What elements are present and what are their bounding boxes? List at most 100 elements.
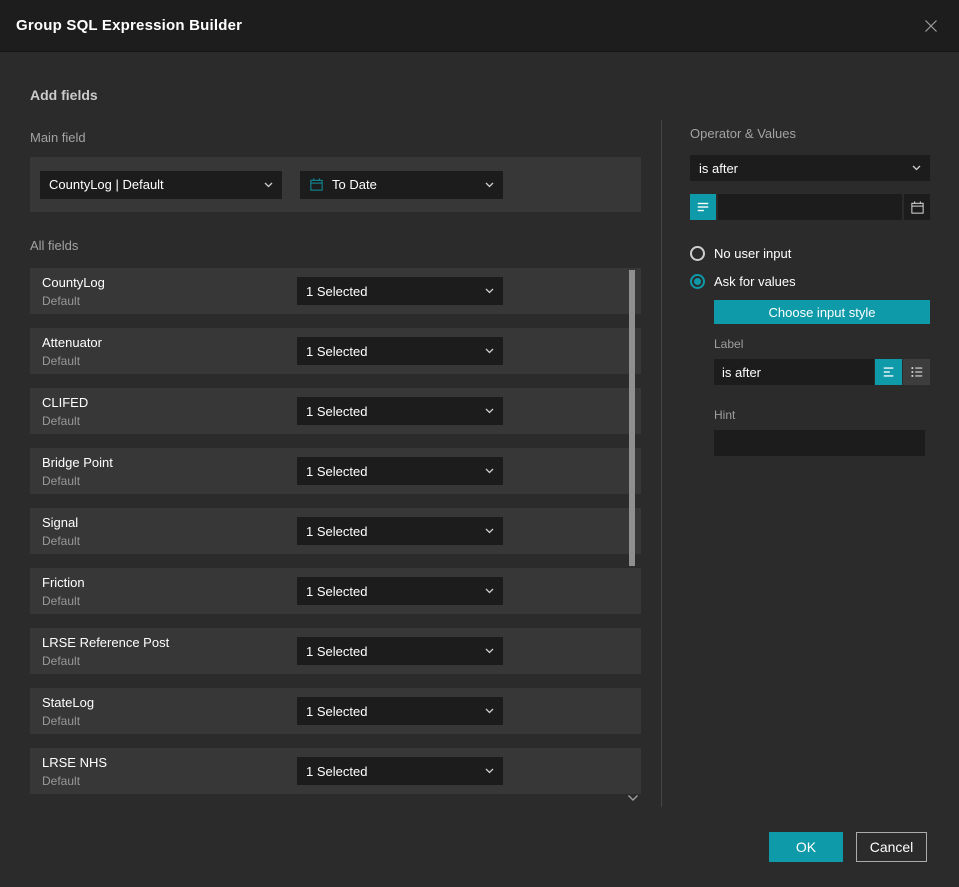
field-meta: CountyLog Default: [30, 275, 105, 308]
chevron-down-icon: [485, 288, 494, 294]
radio-selected-icon: [690, 274, 705, 289]
chevron-down-icon: [485, 182, 494, 188]
field-selected-value: 1 Selected: [306, 703, 368, 719]
field-meta: Signal Default: [30, 515, 80, 548]
calendar-picker-button[interactable]: [904, 194, 930, 220]
operator-values-heading: Operator & Values: [690, 126, 796, 141]
main-field-label: Main field: [30, 130, 86, 145]
field-selected-dropdown[interactable]: 1 Selected: [297, 277, 503, 305]
field-name: CountyLog: [42, 274, 105, 290]
dialog-title: Group SQL Expression Builder: [16, 17, 243, 34]
dialog-header: Group SQL Expression Builder: [0, 0, 959, 52]
ok-button[interactable]: OK: [769, 832, 843, 862]
field-selected-value: 1 Selected: [306, 523, 368, 539]
ask-for-values-options: Choose input style Label Hint: [714, 300, 930, 456]
field-selected-value: 1 Selected: [306, 583, 368, 599]
field-type: Default: [42, 713, 81, 728]
field-row: Friction Default 1 Selected: [30, 568, 641, 614]
field-row: StateLog Default 1 Selected: [30, 688, 641, 734]
field-type: Default: [42, 293, 81, 308]
operator-select[interactable]: is after: [690, 155, 930, 181]
date-value-input[interactable]: [718, 194, 902, 220]
field-meta: Friction Default: [30, 575, 85, 608]
list-icon: [910, 365, 924, 379]
chevron-down-icon: [264, 182, 273, 188]
chevron-down-icon: [485, 768, 494, 774]
field-type: Default: [42, 773, 81, 788]
field-type: Default: [42, 413, 81, 428]
field-name: Friction: [42, 574, 85, 590]
label-input[interactable]: [714, 359, 874, 385]
field-row: LRSE NHS Default 1 Selected: [30, 748, 641, 794]
input-lines-icon: [696, 200, 710, 214]
radio-label: Ask for values: [714, 274, 796, 289]
cancel-button[interactable]: Cancel: [856, 832, 927, 862]
field-selected-dropdown[interactable]: 1 Selected: [297, 517, 503, 545]
add-fields-section: Add fields Main field CountyLog | Defaul…: [30, 52, 641, 808]
field-name: StateLog: [42, 694, 95, 710]
field-selected-value: 1 Selected: [306, 763, 368, 779]
chevron-down-icon: [485, 708, 494, 714]
field-selected-dropdown[interactable]: 1 Selected: [297, 457, 503, 485]
field-type: Default: [42, 533, 81, 548]
field-type: Default: [42, 593, 81, 608]
field-selected-value: 1 Selected: [306, 463, 368, 479]
radio-unselected-icon: [690, 246, 705, 261]
close-icon: [923, 18, 939, 34]
chevron-down-icon: [485, 468, 494, 474]
field-name: LRSE NHS: [42, 754, 108, 770]
main-field-panel: CountyLog | Default To Date: [30, 157, 641, 212]
main-field-date-select[interactable]: To Date: [300, 170, 503, 199]
field-selected-value: 1 Selected: [306, 343, 368, 359]
field-type: Default: [42, 653, 81, 668]
all-fields-list: CountyLog Default 1 Selected Attenuator …: [30, 268, 641, 794]
field-selected-dropdown[interactable]: 1 Selected: [297, 577, 503, 605]
field-meta: LRSE Reference Post Default: [30, 635, 169, 668]
chevron-down-icon: [912, 165, 921, 171]
field-type: Default: [42, 473, 81, 488]
calendar-icon: [910, 200, 925, 215]
field-selected-dropdown[interactable]: 1 Selected: [297, 637, 503, 665]
chevron-down-icon: [485, 528, 494, 534]
radio-no-user-input[interactable]: No user input: [690, 246, 930, 261]
scroll-down-icon[interactable]: [627, 794, 639, 802]
align-left-icon: [882, 365, 896, 379]
operator-select-value: is after: [699, 160, 739, 176]
field-selected-dropdown[interactable]: 1 Selected: [297, 337, 503, 365]
field-selected-value: 1 Selected: [306, 283, 368, 299]
field-meta: LRSE NHS Default: [30, 755, 107, 788]
value-input-row: [690, 194, 930, 220]
field-meta: CLIFED Default: [30, 395, 88, 428]
radio-label: No user input: [714, 246, 792, 261]
main-field-select[interactable]: CountyLog | Default: [40, 170, 282, 199]
field-name: CLIFED: [42, 394, 89, 410]
scrollbar-thumb[interactable]: [629, 270, 635, 566]
hint-label: Hint: [714, 408, 736, 422]
list-style-button[interactable]: [903, 359, 930, 385]
radio-ask-for-values[interactable]: Ask for values: [690, 274, 930, 289]
close-button[interactable]: [919, 14, 943, 38]
chevron-down-icon: [485, 648, 494, 654]
field-row: Signal Default 1 Selected: [30, 508, 641, 554]
single-line-style-button[interactable]: [875, 359, 902, 385]
field-selected-dropdown[interactable]: 1 Selected: [297, 757, 503, 785]
choose-input-style-button[interactable]: Choose input style: [714, 300, 930, 324]
field-name: Attenuator: [42, 334, 102, 350]
field-selected-dropdown[interactable]: 1 Selected: [297, 697, 503, 725]
field-selected-value: 1 Selected: [306, 643, 368, 659]
field-meta: Attenuator Default: [30, 335, 102, 368]
field-selected-dropdown[interactable]: 1 Selected: [297, 397, 503, 425]
divider: [661, 120, 662, 807]
field-name: Signal: [42, 514, 79, 530]
all-fields-label: All fields: [30, 238, 79, 253]
main-field-select-value: CountyLog | Default: [49, 177, 164, 192]
hint-input[interactable]: [714, 430, 925, 456]
field-type: Default: [42, 353, 81, 368]
field-row: LRSE Reference Post Default 1 Selected: [30, 628, 641, 674]
dialog-footer: OK Cancel: [769, 832, 927, 862]
value-type-button[interactable]: [690, 194, 716, 220]
operator-values-section: Operator & Values is after No user input…: [690, 52, 930, 456]
field-selected-value: 1 Selected: [306, 403, 368, 419]
add-fields-heading: Add fields: [30, 87, 98, 103]
chevron-down-icon: [485, 408, 494, 414]
